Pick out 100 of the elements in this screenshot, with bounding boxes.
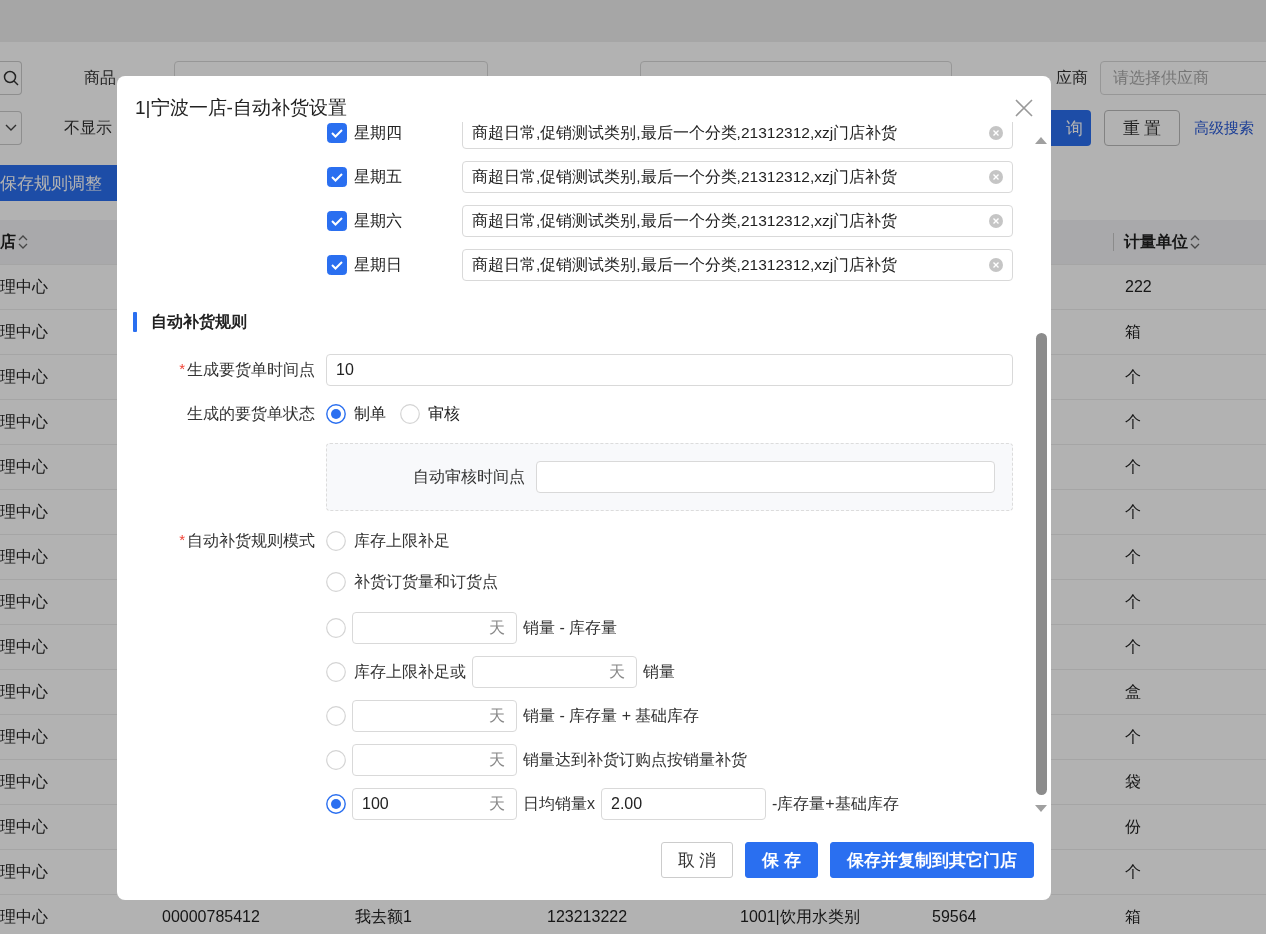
reset-button[interactable]: 重 置 [1104, 110, 1180, 146]
radio[interactable] [326, 531, 346, 551]
option-text: 库存上限补足或 [354, 661, 466, 682]
table-cell-text: 理中心 [0, 456, 48, 477]
table-cell-text: 理中心 [0, 816, 48, 837]
column-header: 计量单位 [1124, 231, 1188, 252]
table-cell-text: 理中心 [0, 321, 48, 342]
section-title: 自动补货规则 [151, 311, 247, 333]
table-cell-text: 理中心 [0, 906, 48, 927]
field-label: 生成要货单时间点 [187, 359, 315, 380]
table-cell-text: 箱 [1125, 906, 1141, 927]
clear-icon[interactable] [988, 169, 1004, 185]
checkbox-label: 星期六 [354, 210, 403, 231]
field-label: 生成的要货单状态 [187, 403, 315, 424]
time-field[interactable] [536, 461, 995, 493]
advanced-search-link[interactable]: 高级搜索 [1194, 118, 1254, 138]
table-cell-text: 盒 [1125, 681, 1141, 702]
radio[interactable] [326, 750, 346, 770]
days-field[interactable] [352, 700, 517, 732]
days-field[interactable] [352, 612, 517, 644]
filter-label: 商品 [84, 67, 117, 88]
close-icon[interactable] [1014, 98, 1034, 118]
table-cell-text: 个 [1125, 726, 1141, 747]
table-cell-text: 个 [1125, 366, 1141, 387]
option-text: 日均销量x [523, 793, 595, 814]
radio-selected[interactable] [326, 404, 346, 424]
scroll-up-icon[interactable] [1035, 136, 1047, 144]
checkbox-checked[interactable] [327, 167, 347, 187]
days-field[interactable] [472, 656, 637, 688]
clear-icon[interactable] [988, 213, 1004, 229]
table-cell-text: 份 [1125, 816, 1141, 837]
clear-icon[interactable] [988, 257, 1004, 273]
option-text: -库存量+基础库存 [772, 793, 899, 814]
table-cell-text: 箱 [1125, 321, 1141, 342]
option-text: 补货订货量和订货点 [354, 571, 498, 592]
dropdown-button[interactable] [0, 111, 22, 145]
table-cell-text: 理中心 [0, 546, 48, 567]
table-cell-text: 个 [1125, 501, 1141, 522]
table-cell-text: 理中心 [0, 411, 48, 432]
unit-label: 天 [489, 750, 505, 770]
radio[interactable] [326, 618, 346, 638]
radio[interactable] [326, 706, 346, 726]
required-mark: * [179, 531, 185, 548]
radio[interactable] [326, 662, 346, 682]
sort-icon[interactable] [1190, 234, 1200, 250]
column-header: 店 [0, 231, 16, 252]
table-cell-text: 个 [1125, 636, 1141, 657]
table-cell-text: 理中心 [0, 366, 48, 387]
checkbox-checked[interactable] [327, 211, 347, 231]
scroll-down-icon[interactable] [1035, 805, 1047, 813]
cancel-button[interactable]: 取 消 [660, 842, 734, 878]
option-text: 销量 - 库存量 [523, 617, 618, 638]
checkbox-checked[interactable] [327, 255, 347, 275]
radio-selected[interactable] [326, 794, 346, 814]
checkbox-label: 星期五 [354, 166, 403, 187]
save-rules-button[interactable]: 保存规则调整 [0, 165, 118, 201]
search-button[interactable] [0, 61, 22, 95]
number-field[interactable]: 2.00 [601, 788, 766, 820]
category-field[interactable]: 商超日常,促销测试类别,最后一个分类,21312312,xzj门店补货 [462, 249, 1013, 281]
option-text: 库存上限补足 [354, 530, 450, 551]
table-cell-text: 理中心 [0, 636, 48, 657]
time-field[interactable]: 10 [326, 354, 1013, 386]
chevron-down-icon [3, 123, 18, 133]
radio[interactable] [326, 572, 346, 592]
clear-icon[interactable] [988, 125, 1004, 141]
category-field[interactable]: 商超日常,促销测试类别,最后一个分类,21312312,xzj门店补货 [462, 122, 1013, 149]
table-cell-text: 个 [1125, 411, 1141, 432]
table-cell-text: 个 [1125, 591, 1141, 612]
checkbox-label: 星期日 [354, 254, 403, 275]
required-mark: * [179, 359, 185, 377]
primary-button[interactable]: 保 存 [745, 842, 818, 878]
table-cell-text: 理中心 [0, 861, 48, 882]
scrollbar-thumb[interactable] [1035, 333, 1047, 795]
unit-label: 天 [489, 618, 505, 638]
primary-button[interactable]: 保存并复制到其它门店 [830, 842, 1034, 878]
table-cell-text: 1001|饮用水类别 [740, 906, 860, 927]
unit-label: 天 [609, 662, 625, 682]
search-icon [2, 70, 19, 86]
field-label: 自动补货规则模式 [187, 531, 315, 551]
table-cell-text: 理中心 [0, 501, 48, 522]
option-text: 销量 [643, 661, 675, 682]
section-marker [133, 312, 137, 332]
radio-label: 审核 [428, 403, 460, 424]
sort-icon[interactable] [18, 234, 28, 250]
radio[interactable] [400, 404, 420, 424]
table-cell-text: 我去额1 [355, 906, 412, 927]
days-field[interactable] [352, 744, 517, 776]
category-field[interactable]: 商超日常,促销测试类别,最后一个分类,21312312,xzj门店补货 [462, 205, 1013, 237]
table-cell-text: 理中心 [0, 726, 48, 747]
filter-label: 应商 [1055, 67, 1088, 88]
radio-label: 制单 [354, 403, 386, 424]
dialog-title: 1|宁波一店-自动补货设置 [135, 96, 347, 120]
table-cell-text: 个 [1125, 861, 1141, 882]
table-cell-text: 理中心 [0, 276, 48, 297]
table-cell: 123213222 [547, 908, 628, 926]
table-cell: 59564 [932, 908, 977, 926]
category-field[interactable]: 商超日常,促销测试类别,最后一个分类,21312312,xzj门店补货 [462, 161, 1013, 193]
checkbox-checked[interactable] [327, 123, 347, 143]
table-cell-text: 理中心 [0, 771, 48, 792]
option-text: 销量 - 库存量 + 基础库存 [523, 705, 700, 726]
